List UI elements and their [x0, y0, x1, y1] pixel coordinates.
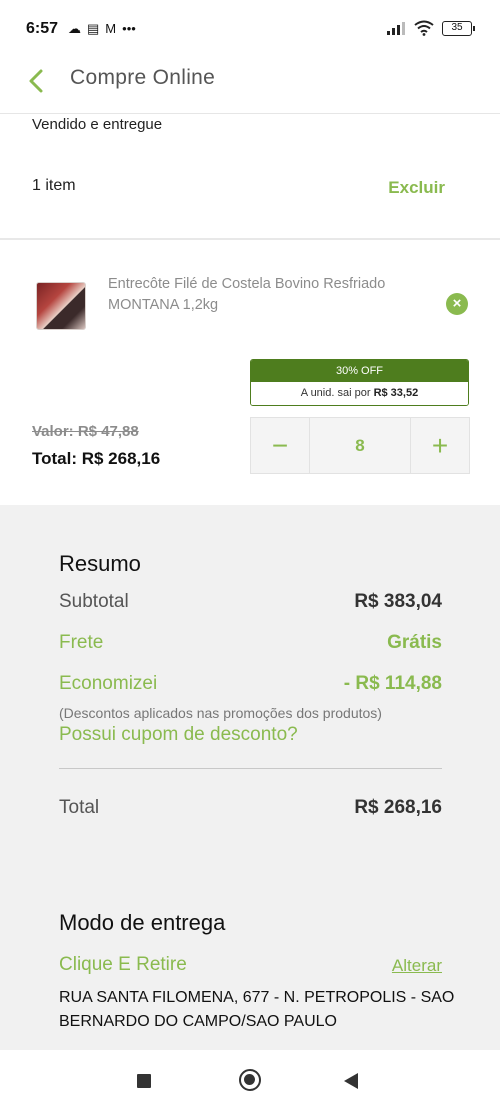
status-time: 6:57: [26, 20, 59, 37]
subtotal-row: Subtotal R$ 383,04: [59, 591, 442, 613]
promo-unit-prefix: A unid. sai por: [300, 387, 374, 399]
items-count: 1 item: [32, 177, 76, 194]
wifi-icon: [414, 20, 434, 36]
discount-note: (Descontos aplicados nas promoções dos p…: [59, 705, 382, 721]
summary-section: Resumo Subtotal R$ 383,04 Frete Grátis E…: [0, 505, 500, 1050]
total-row: Total R$ 268,16: [59, 797, 442, 819]
cloud-icon: ☁: [68, 21, 81, 36]
back-triangle-icon[interactable]: [344, 1073, 358, 1089]
page-title: Compre Online: [70, 66, 216, 89]
app-header: Compre Online: [0, 52, 500, 114]
delivery-address: RUA SANTA FILOMENA, 677 - N. PETROPOLIS …: [59, 989, 455, 1030]
quantity-stepper[interactable]: − 8 +: [250, 417, 470, 474]
promo-discount-badge: 30% OFF: [251, 360, 468, 382]
total-value: R$ 268,16: [354, 797, 442, 818]
increase-quantity-button[interactable]: +: [411, 418, 469, 473]
delivery-mode: Clique E Retire: [59, 954, 187, 975]
subtotal-label: Subtotal: [59, 591, 129, 612]
status-left-icons: ☁ ▤ M •••: [68, 22, 136, 36]
promo-unit-value: R$ 33,52: [373, 387, 419, 399]
shipping-label: Frete: [59, 632, 104, 653]
savings-label: Economizei: [59, 673, 158, 694]
item-total: Total: R$ 268,16: [32, 449, 161, 468]
more-dots-icon: •••: [122, 21, 136, 36]
promo-box: 30% OFF A unid. sai por R$ 33,52: [250, 359, 469, 406]
savings-row: Economizei - R$ 114,88: [59, 673, 442, 695]
summary-title: Resumo: [59, 551, 141, 576]
android-nav-bar: [0, 1050, 500, 1111]
product-image[interactable]: [36, 282, 86, 330]
product-name[interactable]: Entrecôte Filé de Costela Bovino Resfria…: [108, 274, 428, 316]
status-bar: 6:57 ☁ ▤ M ••• 35: [0, 0, 500, 52]
battery-icon: 35: [442, 20, 475, 36]
remove-item-close-icon[interactable]: ×: [446, 293, 468, 315]
shipping-row: Frete Grátis: [59, 632, 442, 654]
news-icon: ▤: [87, 21, 100, 36]
quantity-value[interactable]: 8: [309, 418, 411, 473]
recents-square-icon[interactable]: [137, 1074, 151, 1088]
gmail-icon: M: [105, 21, 117, 36]
delete-all-button[interactable]: Excluir: [388, 178, 445, 198]
subtotal-value: R$ 383,04: [354, 591, 442, 612]
promo-unit-price: A unid. sai por R$ 33,52: [251, 382, 468, 405]
total-label: Total: [59, 797, 100, 818]
signal-icon: [387, 22, 405, 35]
old-price: Valor: R$ 47,88: [32, 423, 139, 440]
shipping-value: Grátis: [387, 632, 442, 653]
home-circle-icon[interactable]: [239, 1069, 261, 1091]
change-delivery-link[interactable]: Alterar: [392, 956, 442, 976]
seller-text: Vendido e entregue: [32, 116, 163, 133]
coupon-link[interactable]: Possui cupom de desconto?: [59, 724, 298, 746]
back-arrow-icon[interactable]: [24, 66, 50, 96]
savings-value: - R$ 114,88: [343, 673, 442, 694]
items-row: 1 item Excluir: [0, 160, 500, 240]
decrease-quantity-button[interactable]: −: [251, 418, 309, 473]
delivery-title: Modo de entrega: [59, 910, 226, 935]
summary-divider: [59, 768, 442, 769]
status-right-icons: 35: [386, 20, 475, 36]
